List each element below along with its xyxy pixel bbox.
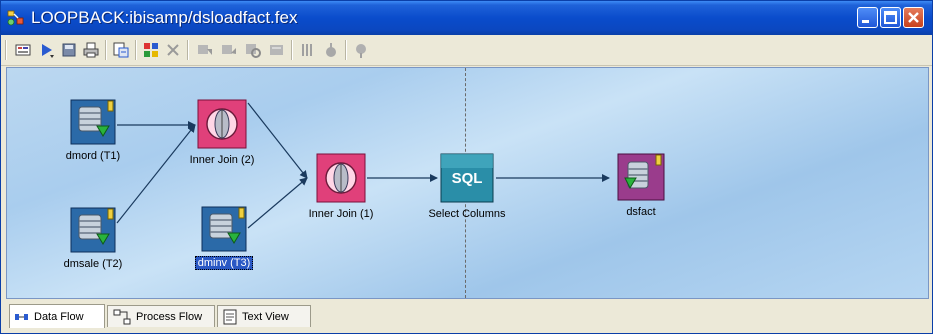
- node-label: Inner Join (2): [189, 154, 255, 166]
- tab-process-flow[interactable]: Process Flow: [107, 305, 215, 327]
- inner-join-icon: [316, 153, 366, 203]
- node-label: dmsale (T2): [63, 258, 123, 270]
- node-dsfact[interactable]: dsfact: [586, 152, 696, 220]
- source-table-icon: [70, 99, 116, 145]
- minimize-icon: [862, 20, 869, 23]
- node-label: dsfact: [626, 206, 656, 218]
- window-title: LOOPBACK:ibisamp/dsloadfact.fex: [31, 8, 298, 27]
- data-flow-canvas[interactable]: dmord (T1) dmsale (T2) Inner Join (2) dm…: [6, 67, 929, 299]
- tab-label: Data Flow: [34, 310, 84, 323]
- node-select-columns[interactable]: SQL Select Columns: [412, 152, 522, 222]
- properties-icon[interactable]: [13, 40, 33, 60]
- tab-label: Process Flow: [136, 310, 203, 323]
- data-flow-app-icon: [7, 10, 24, 26]
- inner-join-icon: [197, 99, 247, 149]
- node-label: dminv (T3): [194, 256, 254, 270]
- tab-data-flow[interactable]: Data Flow: [9, 304, 105, 328]
- minimize-button[interactable]: [857, 7, 878, 28]
- toolbar-separator: [345, 40, 347, 60]
- tab-text-view[interactable]: Text View: [217, 305, 311, 327]
- node-dmord[interactable]: dmord (T1): [38, 98, 148, 164]
- delete-icon[interactable]: [163, 40, 183, 60]
- node-inner-join-2[interactable]: Inner Join (2): [167, 98, 277, 168]
- text-view-icon: [223, 309, 237, 324]
- save-icon[interactable]: [59, 40, 79, 60]
- toolbar-grip: [5, 40, 7, 60]
- sql-report-icon[interactable]: [111, 40, 131, 60]
- move-right-icon[interactable]: [219, 40, 239, 60]
- add-component-icon[interactable]: [141, 40, 161, 60]
- target-table-icon: [617, 153, 665, 201]
- toolbar-separator: [291, 40, 293, 60]
- stats-icon[interactable]: [321, 40, 341, 60]
- app-window: LOOPBACK:ibisamp/dsloadfact.fex dmord (T…: [0, 0, 933, 334]
- node-dmsale[interactable]: dmsale (T2): [38, 206, 148, 272]
- node-inner-join-1[interactable]: Inner Join (1): [286, 152, 396, 222]
- node-dminv[interactable]: dminv (T3): [169, 205, 279, 271]
- sql-select-icon: SQL: [440, 153, 494, 203]
- toolbar: [1, 35, 932, 66]
- node-label: Inner Join (1): [308, 208, 374, 220]
- columns-icon[interactable]: [297, 40, 317, 60]
- data-flow-icon: [15, 313, 28, 320]
- sql-badge: SQL: [452, 170, 483, 187]
- toolbar-separator: [187, 40, 189, 60]
- toolbar-separator: [105, 40, 107, 60]
- process-flow-icon: [113, 309, 131, 324]
- node-label: dmord (T1): [65, 150, 121, 162]
- zoom-icon[interactable]: [243, 40, 263, 60]
- run-icon[interactable]: [37, 40, 57, 60]
- toolbar-separator: [135, 40, 137, 60]
- settings-icon[interactable]: [351, 40, 371, 60]
- source-table-icon: [201, 206, 247, 252]
- tab-label: Text View: [242, 310, 289, 323]
- source-table-icon: [70, 207, 116, 253]
- target-icon[interactable]: [267, 40, 287, 60]
- maximize-icon: [884, 11, 897, 24]
- maximize-button[interactable]: [880, 7, 901, 28]
- print-icon[interactable]: [81, 40, 101, 60]
- move-left-icon[interactable]: [195, 40, 215, 60]
- close-icon: [908, 12, 919, 23]
- close-button[interactable]: [903, 7, 924, 28]
- title-bar[interactable]: LOOPBACK:ibisamp/dsloadfact.fex: [1, 1, 932, 35]
- node-label: Select Columns: [428, 208, 506, 220]
